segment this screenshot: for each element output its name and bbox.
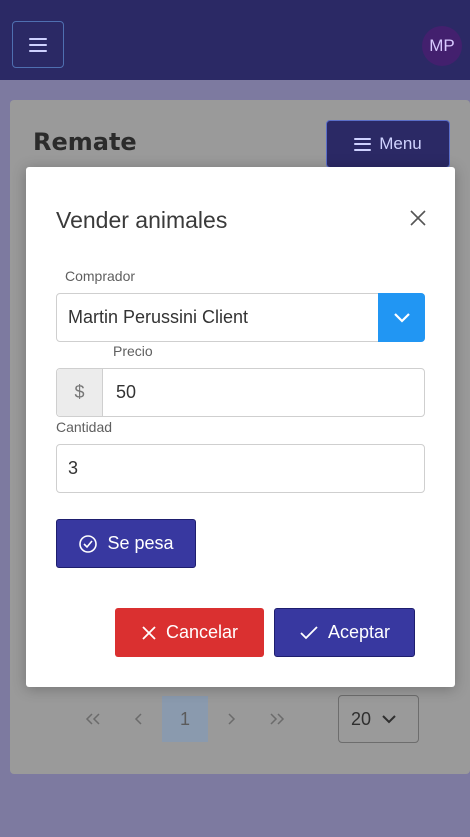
pagination-first[interactable]: [70, 696, 116, 742]
comprador-select[interactable]: Martin Perussini Client: [56, 293, 425, 342]
precio-input[interactable]: 50: [103, 369, 424, 416]
check-icon: [300, 625, 318, 639]
hamburger-icon: [354, 137, 372, 151]
menu-button[interactable]: Menu: [326, 120, 450, 168]
page-title: Remate: [33, 128, 137, 156]
comprador-value: Martin Perussini Client: [68, 307, 249, 327]
comprador-label: Comprador: [65, 268, 136, 284]
close-icon: [410, 210, 426, 226]
check-circle-icon: [79, 534, 98, 553]
accept-button[interactable]: Aceptar: [274, 608, 415, 657]
precio-label: Precio: [113, 343, 153, 359]
chevron-left-icon: [134, 713, 142, 725]
close-button[interactable]: [403, 203, 433, 233]
double-chevron-right-icon: [270, 713, 285, 725]
pagination-current-page[interactable]: 1: [162, 696, 208, 742]
sell-animals-modal: Vender animales Comprador Martin Perussi…: [26, 167, 455, 687]
page-size-value: 20: [351, 708, 372, 729]
cancel-label: Cancelar: [165, 622, 239, 642]
pagination-last[interactable]: [254, 696, 300, 742]
precio-field[interactable]: $ 50: [56, 368, 425, 417]
cantidad-input[interactable]: 3: [56, 444, 425, 493]
hamburger-icon: [29, 37, 47, 52]
close-icon: [142, 625, 156, 640]
menu-button-label: Menu: [379, 134, 422, 153]
accept-label: Aceptar: [327, 622, 391, 642]
comprador-dropdown-button[interactable]: [378, 293, 425, 342]
double-chevron-left-icon: [85, 713, 100, 725]
pagination-next[interactable]: [208, 696, 254, 742]
modal-title: Vender animales: [56, 207, 228, 233]
page-size-select[interactable]: 20: [338, 695, 419, 743]
se-pesa-label: Se pesa: [107, 533, 174, 553]
cantidad-label: Cantidad: [56, 419, 113, 435]
chevron-down-icon: [382, 715, 396, 724]
chevron-right-icon: [228, 713, 236, 725]
top-navbar: MP: [0, 0, 470, 80]
cancel-button[interactable]: Cancelar: [115, 608, 264, 657]
chevron-down-icon: [393, 312, 410, 323]
pagination-prev[interactable]: [116, 696, 162, 742]
se-pesa-button[interactable]: Se pesa: [56, 519, 196, 568]
nav-toggle-button[interactable]: [12, 21, 64, 68]
currency-prefix: $: [57, 369, 103, 416]
pagination: 1: [70, 696, 300, 742]
avatar[interactable]: MP: [422, 26, 462, 66]
